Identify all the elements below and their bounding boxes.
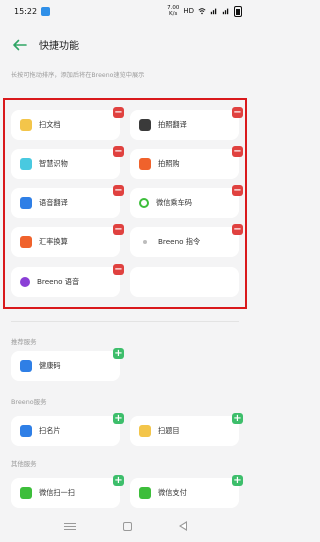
remove-shortcut-button[interactable]: −: [232, 146, 243, 157]
camera-translate-icon: [139, 119, 151, 131]
notification-app-icon: [41, 6, 51, 16]
exchange-rate-icon: [20, 236, 32, 248]
question-scan-icon: [139, 425, 151, 437]
page-title: 快捷功能: [39, 41, 79, 52]
shortcut-label: 扫文档: [39, 120, 61, 129]
service-label: 微信支付: [158, 488, 187, 497]
menu-nav-icon[interactable]: [63, 522, 76, 530]
signal-icon-2: [222, 8, 229, 15]
remove-shortcut-button[interactable]: −: [113, 264, 124, 275]
signal-icon: [210, 8, 217, 15]
add-shortcut-button[interactable]: +: [113, 475, 124, 486]
photo-shopping-icon: [139, 158, 151, 170]
shortcut-card-2[interactable]: 智慧识物: [11, 149, 120, 179]
breeno-voice-icon: [20, 277, 30, 287]
service-label: 扫名片: [39, 426, 61, 435]
shortcut-label: 汇率换算: [39, 237, 68, 246]
add-shortcut-button[interactable]: +: [232, 413, 243, 424]
service-label: 微信扫一扫: [39, 488, 75, 497]
service-label: 扫题目: [158, 426, 180, 435]
add-shortcut-button[interactable]: +: [232, 475, 243, 486]
status-bar: 15:22 7.00 K/s HD: [0, 0, 250, 22]
voice-translate-icon: [20, 197, 32, 209]
section-title: 推荐服务: [11, 338, 37, 346]
shortcut-label: 拍照翻译: [158, 120, 187, 129]
wifi-icon: [198, 8, 206, 15]
remove-shortcut-button[interactable]: −: [113, 185, 124, 196]
remove-shortcut-button[interactable]: −: [232, 224, 243, 235]
add-shortcut-button[interactable]: +: [113, 348, 124, 359]
shortcut-card-3[interactable]: 拍照购: [130, 149, 239, 179]
business-card-icon: [20, 425, 32, 437]
wechat-pay-icon: [139, 487, 151, 499]
shortcut-label: 智慧识物: [39, 159, 68, 168]
breeno-command-icon: [143, 240, 147, 244]
wechat-transit-icon: [139, 198, 149, 208]
shortcut-label: Breeno 指令: [158, 237, 201, 246]
service-card[interactable]: 健康码: [11, 351, 120, 381]
service-card[interactable]: 微信支付: [130, 478, 239, 508]
add-shortcut-button[interactable]: +: [113, 413, 124, 424]
shortcut-card-6[interactable]: 汇率换算: [11, 227, 120, 257]
back-nav-icon[interactable]: [178, 521, 187, 531]
remove-shortcut-button[interactable]: −: [232, 107, 243, 118]
home-nav-icon[interactable]: [122, 521, 132, 531]
shortcut-card-8[interactable]: Breeno 语音: [11, 267, 120, 297]
service-card[interactable]: 微信扫一扫: [11, 478, 120, 508]
shortcut-card-1[interactable]: 拍照翻译: [130, 110, 239, 140]
shortcut-label: 微信乘车码: [156, 198, 192, 207]
battery-icon: [234, 5, 242, 17]
section-title: 其他服务: [11, 460, 37, 468]
shortcut-card-4[interactable]: 语音翻译: [11, 188, 120, 218]
remove-shortcut-button[interactable]: −: [113, 224, 124, 235]
service-card[interactable]: 扫名片: [11, 416, 120, 446]
shortcut-card-7[interactable]: Breeno 指令: [130, 227, 239, 257]
network-speed: 7.00 K/s: [167, 5, 179, 17]
service-card[interactable]: 扫题目: [130, 416, 239, 446]
smart-recognition-icon: [20, 158, 32, 170]
section-title: Breeno服务: [11, 398, 47, 406]
status-time: 15:22: [14, 6, 38, 16]
wechat-scan-icon: [20, 487, 32, 499]
shortcut-card-0[interactable]: 扫文档: [11, 110, 120, 140]
remove-shortcut-button[interactable]: −: [232, 185, 243, 196]
health-code-icon: [20, 360, 32, 372]
service-label: 健康码: [39, 361, 61, 370]
back-arrow-icon[interactable]: [11, 36, 29, 54]
speed-unit: K/s: [169, 11, 178, 17]
remove-shortcut-button[interactable]: −: [113, 146, 124, 157]
document-scan-icon: [20, 119, 32, 131]
shortcut-card-5[interactable]: 微信乘车码: [130, 188, 239, 218]
shortcut-label: 语音翻译: [39, 198, 68, 207]
section-divider: [11, 321, 239, 322]
navigation-bar: [0, 515, 250, 537]
header: 快捷功能: [0, 30, 250, 60]
hint-text: 长按可拖动排序，添加后将在Breeno速览中展示: [11, 72, 145, 79]
hd-label: HD: [183, 7, 194, 15]
shortcut-label: 拍照购: [158, 159, 180, 168]
empty-slot: [130, 267, 239, 297]
remove-shortcut-button[interactable]: −: [113, 107, 124, 118]
shortcut-label: Breeno 语音: [37, 277, 80, 286]
